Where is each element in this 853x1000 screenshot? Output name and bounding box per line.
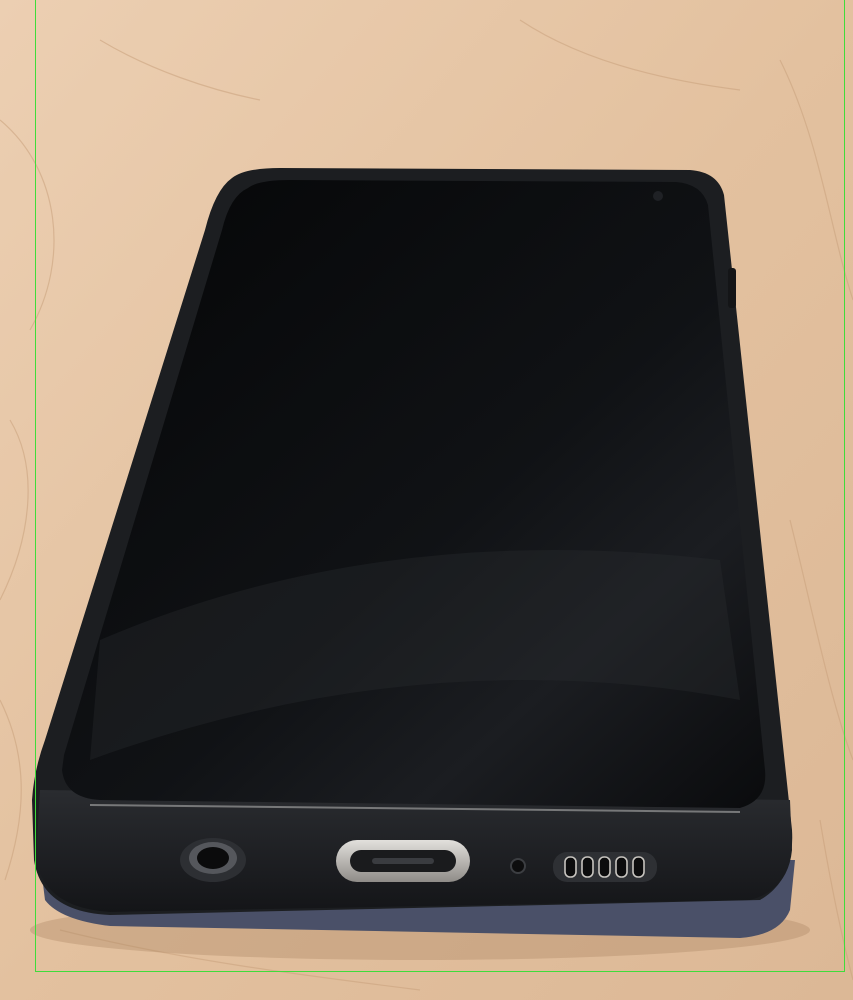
microphone-hole-icon [510, 858, 526, 874]
photo-scene [0, 0, 853, 1000]
volume-button [728, 268, 736, 308]
headphone-jack-icon [180, 838, 246, 882]
front-camera [653, 191, 663, 201]
usb-c-port-icon [336, 840, 470, 882]
speaker-grille-icon [553, 852, 657, 882]
